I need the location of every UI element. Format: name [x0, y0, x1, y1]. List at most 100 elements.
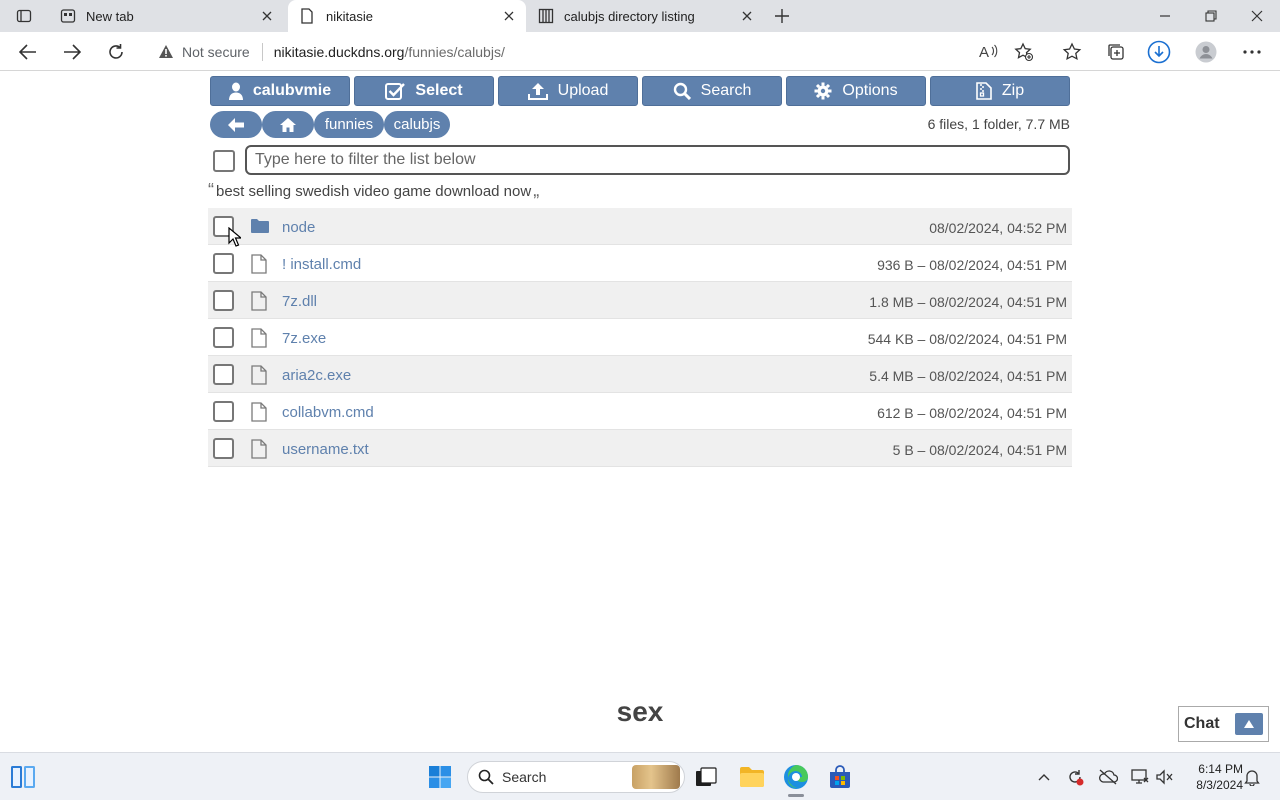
tab-new-tab[interactable]: New tab — [48, 0, 284, 32]
tab-title: calubjs directory listing — [564, 8, 695, 24]
search-button[interactable]: Search — [642, 76, 782, 106]
close-tab-icon[interactable] — [498, 5, 520, 27]
arrow-up-icon[interactable] — [1235, 713, 1263, 735]
row-checkbox[interactable] — [213, 364, 234, 385]
close-tab-icon[interactable] — [736, 5, 758, 27]
gear-icon — [814, 82, 832, 100]
minimize-icon[interactable] — [1142, 0, 1188, 32]
notification-bell-icon[interactable] — [1242, 767, 1262, 787]
list-item[interactable]: 7z.dll 1.8 MB – 08/02/2024, 04:51 PM — [208, 282, 1072, 319]
readme-quote: “ best selling swedish video game downlo… — [208, 180, 539, 201]
select-all-checkbox[interactable] — [213, 150, 235, 172]
search-highlight-image — [632, 765, 680, 789]
checkbox-icon — [385, 82, 406, 100]
refresh-icon[interactable] — [101, 37, 131, 67]
edge-browser-icon[interactable] — [782, 763, 810, 791]
file-name-link[interactable]: ! install.cmd — [282, 256, 361, 273]
file-icon — [250, 439, 268, 459]
page-content: calubvmie Select Upload Search Options Z… — [0, 71, 1280, 752]
store-icon[interactable] — [826, 763, 854, 791]
zip-button-label: Zip — [1001, 82, 1025, 99]
list-item[interactable]: node 08/02/2024, 04:52 PM — [208, 208, 1072, 245]
file-name-link[interactable]: aria2c.exe — [282, 367, 351, 384]
downloads-icon[interactable] — [1147, 40, 1171, 64]
cloud-off-icon[interactable] — [1098, 767, 1118, 787]
collections-icon[interactable] — [1104, 40, 1128, 64]
list-item[interactable]: ! install.cmd 936 B – 08/02/2024, 04:51 … — [208, 245, 1072, 282]
url-host: nikitasie.duckdns.org — [273, 43, 405, 60]
chat-widget[interactable]: Chat — [1178, 706, 1269, 742]
read-aloud-icon[interactable]: A — [976, 40, 1000, 64]
address-bar[interactable]: Not secure nikitasie.duckdns.org /funnie… — [146, 36, 1046, 67]
options-button[interactable]: Options — [786, 76, 926, 106]
not-secure-indicator[interactable]: Not secure — [158, 44, 250, 60]
speaker-muted-icon[interactable] — [1155, 767, 1175, 787]
close-tab-icon[interactable] — [256, 5, 278, 27]
row-checkbox[interactable] — [213, 253, 234, 274]
breadcrumb-calubjs[interactable]: calubjs — [384, 111, 450, 138]
url-path: /funnies/calubjs/ — [404, 43, 505, 60]
chevron-up-icon[interactable] — [1034, 767, 1054, 787]
favorites-icon[interactable] — [1060, 40, 1084, 64]
taskbar-clock[interactable]: 6:14 PM 8/3/2024 — [1183, 761, 1243, 793]
open-quote: “ — [208, 180, 214, 200]
list-item[interactable]: aria2c.exe 5.4 MB – 08/02/2024, 04:51 PM — [208, 356, 1072, 393]
file-name-link[interactable]: collabvm.cmd — [282, 404, 374, 421]
row-checkbox[interactable] — [213, 438, 234, 459]
file-name-link[interactable]: 7z.dll — [282, 293, 317, 310]
breadcrumb-funnies[interactable]: funnies — [314, 111, 384, 138]
restore-icon[interactable] — [1188, 0, 1234, 32]
file-meta: 936 B – 08/02/2024, 04:51 PM — [877, 257, 1067, 273]
tab-nikitasie[interactable]: nikitasie — [288, 0, 526, 32]
file-name-link[interactable]: node — [282, 219, 315, 236]
address-divider — [261, 42, 263, 61]
row-checkbox[interactable] — [213, 290, 234, 311]
list-item[interactable]: collabvm.cmd 612 B – 08/02/2024, 04:51 P… — [208, 393, 1072, 430]
readme-text: best selling swedish video game download… — [216, 183, 532, 200]
add-favorite-icon[interactable] — [1012, 40, 1036, 64]
forward-arrow-icon[interactable] — [57, 37, 87, 67]
svg-text:A: A — [979, 44, 989, 61]
user-button[interactable]: calubvmie — [210, 76, 350, 106]
new-tab-plus-icon[interactable] — [770, 4, 794, 28]
search-label: Search — [502, 769, 547, 785]
file-icon — [250, 254, 268, 274]
warning-triangle-icon — [158, 44, 174, 59]
newtab-icon — [60, 8, 76, 24]
breadcrumb-back[interactable] — [210, 111, 262, 138]
select-button[interactable]: Select — [354, 76, 494, 106]
mouse-cursor-icon — [228, 227, 241, 247]
chat-label: Chat — [1184, 715, 1220, 732]
file-list: node 08/02/2024, 04:52 PM ! install.cmd … — [208, 208, 1072, 467]
close-window-icon[interactable] — [1234, 0, 1280, 32]
task-view-icon[interactable] — [692, 763, 720, 791]
upload-button-label: Upload — [557, 82, 609, 99]
widgets-icon[interactable] — [9, 763, 37, 791]
profile-avatar-icon[interactable] — [1194, 40, 1218, 64]
user-icon — [228, 82, 243, 100]
file-icon — [250, 328, 268, 348]
clock-time: 6:14 PM — [1198, 762, 1243, 776]
list-item[interactable]: username.txt 5 B – 08/02/2024, 04:51 PM — [208, 430, 1072, 467]
taskbar-search[interactable]: Search — [467, 761, 685, 793]
arrow-left-icon — [227, 117, 245, 133]
network-icon[interactable] — [1130, 767, 1150, 787]
tab-calubjs-directory[interactable]: calubjs directory listing — [526, 0, 764, 32]
breadcrumb-home[interactable] — [262, 111, 314, 138]
more-menu-icon[interactable] — [1240, 40, 1264, 64]
row-checkbox[interactable] — [213, 401, 234, 422]
zip-button[interactable]: Zip — [930, 76, 1070, 106]
taskbar: Search 6:14 PM 8/3/2024 — [0, 752, 1280, 800]
file-name-link[interactable]: username.txt — [282, 441, 369, 458]
browser-tab-strip: New tab nikitasie calubjs directory list… — [0, 0, 1280, 32]
list-item[interactable]: 7z.exe 544 KB – 08/02/2024, 04:51 PM — [208, 319, 1072, 356]
filter-input[interactable] — [245, 145, 1070, 175]
file-name-link[interactable]: 7z.exe — [282, 330, 326, 347]
tab-actions-icon[interactable] — [10, 5, 38, 27]
sync-alert-icon[interactable] — [1065, 767, 1085, 787]
file-explorer-icon[interactable] — [738, 763, 766, 791]
upload-button[interactable]: Upload — [498, 76, 638, 106]
windows-start-icon[interactable] — [426, 763, 454, 791]
back-arrow-icon[interactable] — [13, 37, 43, 67]
row-checkbox[interactable] — [213, 327, 234, 348]
